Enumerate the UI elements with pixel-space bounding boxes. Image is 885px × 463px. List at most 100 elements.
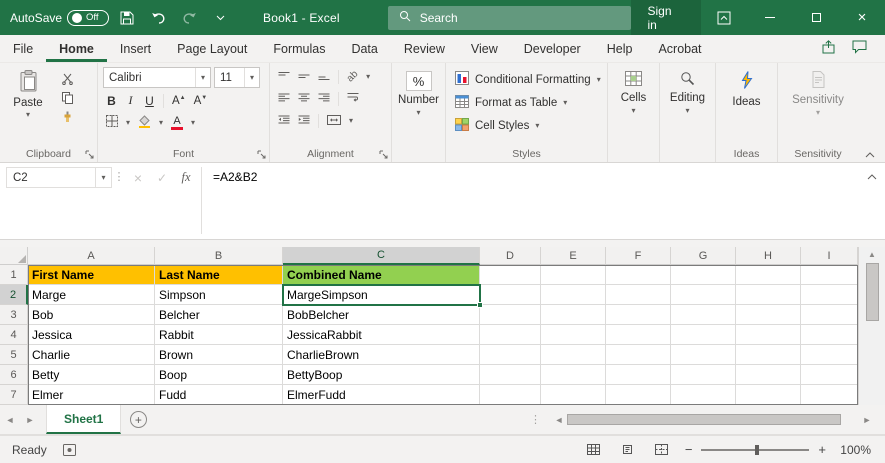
font-color-icon[interactable]: A [171,116,183,130]
cell-a4[interactable]: Jessica [28,325,155,345]
decrease-indent-icon[interactable] [278,114,290,128]
row-header-6[interactable]: 6 [0,365,28,385]
cell[interactable] [606,325,671,345]
cell[interactable] [480,365,541,385]
cell[interactable] [801,325,858,345]
cell-b4[interactable]: Rabbit [155,325,283,345]
cell[interactable] [736,345,801,365]
cell[interactable] [480,345,541,365]
collapse-ribbon-icon[interactable] [865,152,875,158]
cell[interactable] [801,385,858,405]
row-header-7[interactable]: 7 [0,385,28,405]
insert-function-icon[interactable]: fx [174,167,198,188]
tab-formulas[interactable]: Formulas [260,35,338,62]
scroll-left-icon[interactable]: ◄ [551,415,567,425]
row-header-1[interactable]: 1 [0,265,28,285]
tab-insert[interactable]: Insert [107,35,164,62]
decrease-font-size-button[interactable]: A▼ [194,95,208,107]
column-header-d[interactable]: D [480,247,541,265]
sign-in-button[interactable]: Sign in [631,0,702,35]
name-box[interactable]: C2 ▾ [6,167,112,188]
bold-button[interactable]: B [106,94,117,108]
row-header-3[interactable]: 3 [0,305,28,325]
underline-button[interactable]: U [144,94,155,108]
copy-icon[interactable] [59,91,75,104]
formula-bar-resize-handle[interactable]: ⋮ [112,167,126,183]
cell[interactable] [736,365,801,385]
cell-c4[interactable]: JessicaRabbit [283,325,480,345]
cell[interactable] [480,265,541,285]
column-header-e[interactable]: E [541,247,606,265]
zoom-in-icon[interactable]: + [818,442,826,457]
cell-styles-button[interactable]: Cell Styles ▾ [451,115,602,136]
column-header-c[interactable]: C [283,247,480,265]
maximize-button[interactable] [793,0,839,35]
column-header-i[interactable]: I [801,247,858,265]
normal-view-icon[interactable] [583,440,605,460]
row-header-4[interactable]: 4 [0,325,28,345]
cell[interactable] [736,285,801,305]
sensitivity-button[interactable]: Sensitivity ▾ [783,67,853,145]
cell[interactable] [801,265,858,285]
cell[interactable] [671,385,736,405]
cell[interactable] [671,305,736,325]
cell-b5[interactable]: Brown [155,345,283,365]
cell[interactable] [736,385,801,405]
page-layout-view-icon[interactable] [617,440,639,460]
cell[interactable] [606,285,671,305]
cell-a1[interactable]: First Name [28,265,155,285]
font-name-combo[interactable]: Calibri ▾ [103,67,211,88]
cut-icon[interactable] [59,72,75,85]
select-all-corner[interactable] [0,247,28,265]
wrap-text-icon[interactable] [347,92,359,106]
cancel-icon[interactable]: × [126,167,150,188]
cell-b3[interactable]: Belcher [155,305,283,325]
zoom-slider-thumb[interactable] [755,445,759,455]
cell[interactable] [480,385,541,405]
formula-bar-collapse-icon[interactable] [859,167,885,180]
cell-c2-selected[interactable]: MargeSimpson [283,285,480,305]
cell[interactable] [801,285,858,305]
cell-b1[interactable]: Last Name [155,265,283,285]
cell[interactable] [541,265,606,285]
cell-c3[interactable]: BobBelcher [283,305,480,325]
cell[interactable] [480,285,541,305]
italic-button[interactable]: I [125,93,136,108]
comments-icon[interactable] [852,40,867,57]
tab-home[interactable]: Home [46,35,107,62]
cell[interactable] [736,265,801,285]
tab-review[interactable]: Review [391,35,458,62]
cell-c1[interactable]: Combined Name [283,265,480,285]
enter-icon[interactable]: ✓ [150,167,174,188]
column-header-a[interactable]: A [28,247,155,265]
cell-c6[interactable]: BettyBoop [283,365,480,385]
sheet-tab-sheet1[interactable]: Sheet1 [46,405,121,434]
align-center-icon[interactable] [298,92,310,106]
alignment-dialog-launcher-icon[interactable] [379,150,388,159]
cell[interactable] [606,345,671,365]
cell-b6[interactable]: Boop [155,365,283,385]
cell[interactable] [671,265,736,285]
chevron-down-icon[interactable]: ▾ [95,168,111,187]
orientation-icon[interactable]: ab [345,69,361,85]
save-icon[interactable] [114,5,140,31]
number-format-button[interactable]: % Number ▾ [397,67,440,145]
scroll-up-icon[interactable]: ▲ [868,250,876,260]
cell[interactable] [480,325,541,345]
tab-acrobat[interactable]: Acrobat [645,35,714,62]
cell[interactable] [671,365,736,385]
macro-record-icon[interactable] [63,444,76,456]
tab-help[interactable]: Help [594,35,646,62]
editing-button[interactable]: Editing ▾ [665,67,710,145]
align-right-icon[interactable] [318,92,330,106]
align-top-icon[interactable] [278,70,290,84]
autosave-toggle[interactable]: Off [67,10,109,26]
cell[interactable] [736,305,801,325]
cell[interactable] [606,365,671,385]
cell[interactable] [606,305,671,325]
sheet-nav-right-icon[interactable]: ► [20,405,40,434]
cell-b2[interactable]: Simpson [155,285,283,305]
tab-file[interactable]: File [0,35,46,62]
font-size-combo[interactable]: 11 ▾ [214,67,260,88]
tab-page-layout[interactable]: Page Layout [164,35,260,62]
